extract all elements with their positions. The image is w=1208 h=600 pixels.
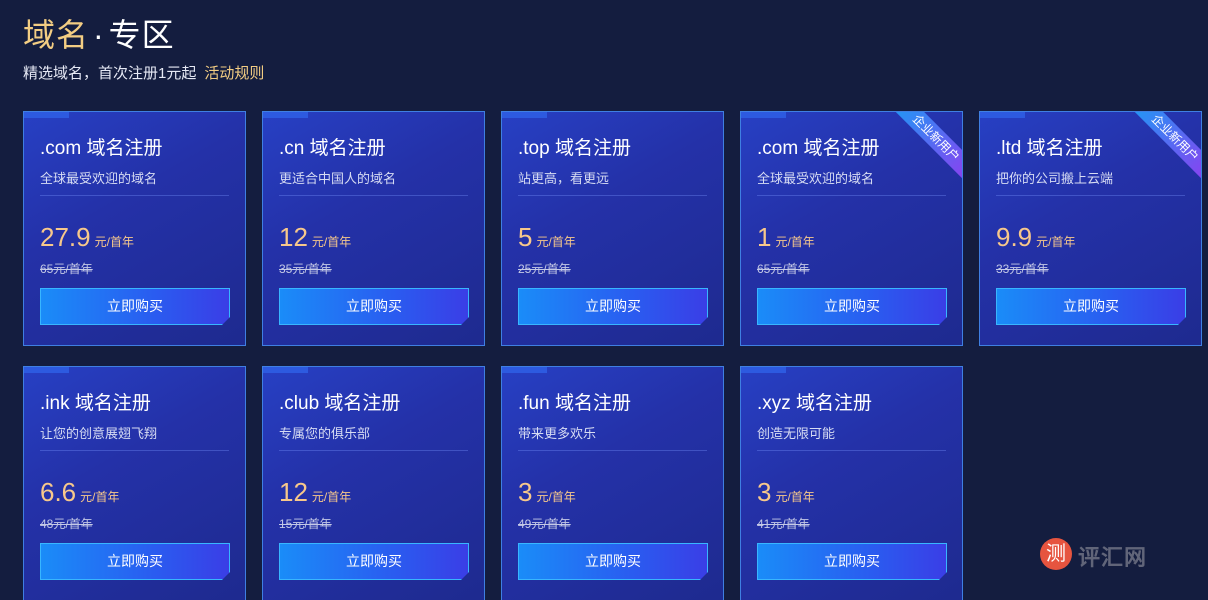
domain-card-fun: .fun 域名注册 带来更多欢乐 3 元/首年 49元/首年 立即购买 [501,366,724,600]
price-unit: 元/首年 [311,490,352,504]
price-unit: 元/首年 [775,490,815,504]
card-description: 站更高，看更远 [518,171,610,186]
subtitle-text: 精选域名，首次注册1元起 [23,65,197,82]
buy-now-button[interactable]: 立即购买 [996,288,1186,325]
card-description: 全球最受欢迎的域名 [757,171,875,186]
price-row: 3 元/首年 [518,477,576,508]
card-title: .club 域名注册 [279,393,401,414]
buy-now-button[interactable]: 立即购买 [757,543,947,580]
card-title: .com 域名注册 [40,138,163,159]
card-divider [518,450,707,451]
card-description: 专属您的俱乐部 [279,426,371,441]
price-value: 6.6 [40,477,77,507]
buy-now-button[interactable]: 立即购买 [40,543,230,580]
activity-rules-link[interactable]: 活动规则 [204,65,264,82]
card-title: .cn 域名注册 [279,138,386,159]
watermark-logo-icon: 测 [1040,538,1072,570]
price-unit: 元/首年 [536,235,576,249]
buy-now-button[interactable]: 立即购买 [757,288,947,325]
card-description: 让您的创意展翅飞翔 [40,426,158,441]
price-value: 1 [757,222,772,252]
card-title: .ltd 域名注册 [996,138,1103,159]
card-description: 全球最受欢迎的域名 [40,171,158,186]
domain-card-com-enterprise: 企业新用户 .com 域名注册 全球最受欢迎的域名 1 元/首年 65元/首年 立… [740,111,963,346]
card-divider [757,450,946,451]
original-price: 48元/首年 [40,517,93,531]
domain-card-xyz: .xyz 域名注册 创造无限可能 3 元/首年 41元/首年 立即购买 [740,366,963,600]
domain-card-ltd: 企业新用户 .ltd 域名注册 把你的公司搬上云端 9.9 元/首年 33元/首年… [979,111,1202,346]
buy-now-button[interactable]: 立即购买 [518,288,708,325]
price-unit: 元/首年 [311,235,352,249]
price-value: 27.9 [40,222,91,252]
original-price: 65元/首年 [40,262,93,276]
card-divider [40,450,229,451]
domain-zone-page: 域名 · 专区 精选域名，首次注册1元起 活动规则 .com 域名注册 全球最受欢迎的… [0,0,1208,600]
card-divider [279,450,468,451]
card-divider [518,195,707,196]
card-description: 创造无限可能 [757,426,836,441]
card-title: .com 域名注册 [757,138,880,159]
card-title: .top 域名注册 [518,138,631,159]
card-description: 把你的公司搬上云端 [996,171,1114,186]
site-watermark: 测 评汇网 [1040,538,1180,570]
enterprise-badge: 企业新用户 [888,112,962,186]
price-row: 12 元/首年 [279,222,351,253]
original-price: 65元/首年 [757,262,810,276]
page-subtitle: 精选域名，首次注册1元起 活动规则 [23,64,264,84]
original-price: 49元/首年 [518,517,571,531]
price-value: 3 [518,477,533,507]
price-value: 12 [279,222,308,252]
card-divider [757,195,946,196]
buy-now-button[interactable]: 立即购买 [40,288,230,325]
price-unit: 元/首年 [94,235,134,249]
price-unit: 元/首年 [80,490,120,504]
original-price: 35元/首年 [279,262,332,276]
buy-now-button[interactable]: 立即购买 [518,543,708,580]
buy-now-button[interactable]: 立即购买 [279,543,469,580]
price-value: 3 [757,477,772,507]
card-divider [996,195,1185,196]
original-price: 33元/首年 [996,262,1049,276]
domain-card-top: .top 域名注册 站更高，看更远 5 元/首年 25元/首年 立即购买 [501,111,724,346]
price-row: 12 元/首年 [279,477,351,508]
price-value: 5 [518,222,533,252]
domain-card-com: .com 域名注册 全球最受欢迎的域名 27.9 元/首年 65元/首年 立即购买 [23,111,246,346]
price-unit: 元/首年 [775,235,815,249]
price-row: 1 元/首年 [757,222,815,253]
price-unit: 元/首年 [536,490,576,504]
card-divider [40,195,229,196]
card-title: .fun 域名注册 [518,393,631,414]
card-divider [279,195,468,196]
enterprise-badge-label: 企业新用户 [1129,112,1201,184]
original-price: 25元/首年 [518,262,571,276]
card-title: .xyz 域名注册 [757,393,873,414]
original-price: 41元/首年 [757,517,810,531]
price-value: 9.9 [996,222,1033,252]
card-title: .ink 域名注册 [40,393,151,414]
title-part-zone: 专区 [108,17,175,53]
card-description: 带来更多欢乐 [518,426,597,441]
price-row: 5 元/首年 [518,222,576,253]
domain-card-cn: .cn 域名注册 更适合中国人的域名 12 元/首年 35元/首年 立即购买 [262,111,485,346]
watermark-text: 评汇网 [1078,545,1148,570]
price-row: 6.6 元/首年 [40,477,120,508]
enterprise-badge: 企业新用户 [1127,112,1201,186]
original-price: 15元/首年 [279,517,332,531]
title-separator: · [93,17,105,53]
card-description: 更适合中国人的域名 [279,171,397,186]
enterprise-badge-label: 企业新用户 [890,112,962,184]
price-unit: 元/首年 [1036,235,1076,249]
buy-now-button[interactable]: 立即购买 [279,288,469,325]
price-row: 9.9 元/首年 [996,222,1076,253]
domain-card-ink: .ink 域名注册 让您的创意展翅飞翔 6.6 元/首年 48元/首年 立即购买 [23,366,246,600]
price-value: 12 [279,477,308,507]
price-row: 3 元/首年 [757,477,815,508]
title-part-domain: 域名 [23,17,90,53]
domain-card-club: .club 域名注册 专属您的俱乐部 12 元/首年 15元/首年 立即购买 [262,366,485,600]
price-row: 27.9 元/首年 [40,222,134,253]
page-title: 域名 · 专区 [23,14,175,56]
